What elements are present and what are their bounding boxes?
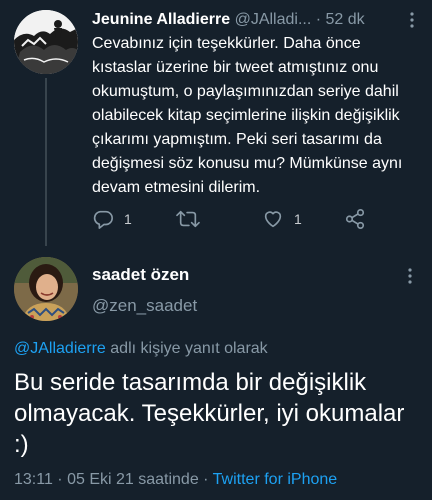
reply-button[interactable]: 1 <box>92 206 132 232</box>
reply-time[interactable]: 52 dk <box>326 11 365 28</box>
avatar-image <box>14 10 78 74</box>
reply-count: 1 <box>124 211 132 227</box>
retweet-button[interactable] <box>176 206 200 232</box>
more-options-icon[interactable] <box>404 12 420 28</box>
avatar[interactable] <box>14 257 78 321</box>
reply-action-bar: 1 1 <box>92 206 402 232</box>
tweet-metadata: 13:11 · 05 Eki 21 saatinde · Twitter for… <box>14 469 337 491</box>
reply-display-name[interactable]: Jeunine Alladierre <box>92 11 230 28</box>
tweet-timestamp[interactable]: 13:11 · 05 Eki 21 saatinde · <box>14 471 213 488</box>
reply-header: Jeunine Alladierre @JAlladi... · 52 dk <box>92 10 417 30</box>
like-icon <box>264 211 282 228</box>
reply-text: Cevabınız için teşekkürler. Daha önce kı… <box>92 35 403 196</box>
author-display-name[interactable]: saadet özen <box>92 264 189 286</box>
reply-handle[interactable]: @JAlladi... <box>235 11 312 28</box>
share-icon <box>345 209 365 229</box>
thread-connector-line <box>45 78 47 246</box>
replying-to-line: @JAlladierre adlı kişiye yanıt olarak <box>14 338 268 360</box>
more-options-icon[interactable] <box>402 268 418 284</box>
avatar[interactable] <box>14 10 78 74</box>
replying-to-suffix: adlı kişiye yanıt olarak <box>105 340 268 357</box>
like-button[interactable]: 1 <box>262 206 302 232</box>
reply-separator: · <box>315 11 322 28</box>
replying-to-mention[interactable]: @JAlladierre <box>14 340 106 357</box>
avatar-image <box>14 257 78 321</box>
like-count: 1 <box>294 211 302 227</box>
author-handle[interactable]: @zen_saadet <box>92 295 197 317</box>
tweet-source[interactable]: Twitter for iPhone <box>213 471 338 488</box>
share-button[interactable] <box>344 206 366 232</box>
tweet-text: Bu seride tasarımda bir değişiklik olmay… <box>14 369 405 458</box>
retweet-icon <box>176 210 200 228</box>
reply-icon <box>93 210 113 229</box>
